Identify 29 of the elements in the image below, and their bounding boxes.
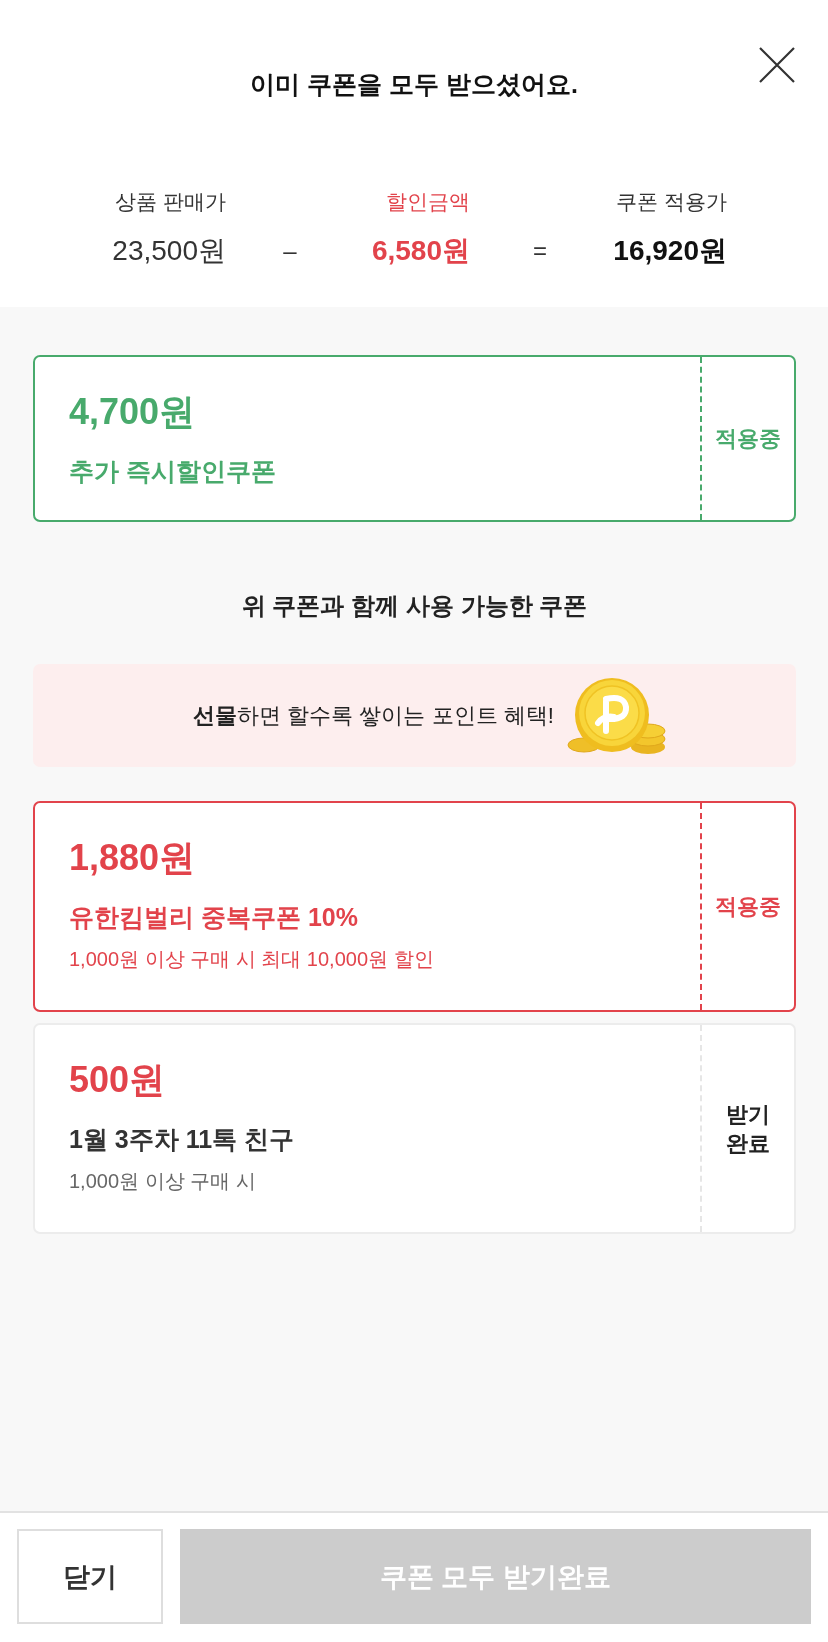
coupon-card[interactable]: 500원 1월 3주차 11톡 친구 1,000원 이상 구매 시 받기 완료 xyxy=(33,1023,796,1234)
coupon-amount: 1,880원 xyxy=(69,836,196,880)
operator-sign: – xyxy=(283,236,297,266)
coupon-condition: 1,000원 이상 구매 시 최대 10,000원 할인 xyxy=(69,947,434,972)
promo-banner[interactable]: 선물하면 할수록 쌓이는 포인트 혜택! xyxy=(33,664,796,767)
coupon-name: 추가 즉시할인쿠폰 xyxy=(69,456,276,487)
coupon-status: 적용중 xyxy=(715,893,781,921)
price-label: 쿠폰 적용가 xyxy=(616,189,727,215)
coupon-status: 받기 완료 xyxy=(725,1100,771,1158)
price-label: 할인금액 xyxy=(386,189,470,215)
coupon-name: 1월 3주차 11톡 친구 xyxy=(69,1124,295,1155)
coin-icon xyxy=(565,676,666,755)
coupon-condition: 1,000원 이상 구매 시 xyxy=(69,1169,256,1194)
price-label: 상품 판매가 xyxy=(115,189,226,215)
coupon-status: 적용중 xyxy=(715,425,781,453)
price-value: 6,580원 xyxy=(371,234,470,268)
close-button[interactable]: 닫기 xyxy=(17,1529,163,1624)
dialog-title: 이미 쿠폰을 모두 받으셨어요. xyxy=(249,69,579,100)
promo-text: 선물하면 할수록 쌓이는 포인트 혜택! xyxy=(193,701,554,730)
operator-sign: = xyxy=(533,236,547,266)
price-value: 16,920원 xyxy=(613,234,727,268)
close-button[interactable] xyxy=(757,45,797,85)
close-icon xyxy=(759,47,795,83)
coupon-card[interactable]: 1,880원 유한킴벌리 중복쿠폰 10% 1,000원 이상 구매 시 최대 10,000원 할인 적용중 xyxy=(33,801,796,1012)
coupon-amount: 500원 xyxy=(69,1058,166,1102)
price-value: 23,500원 xyxy=(112,234,226,268)
section-title: 위 쿠폰과 함께 사용 가능한 쿠폰 xyxy=(240,591,589,621)
coupon-amount: 4,700원 xyxy=(69,390,196,434)
coupon-name: 유한킴벌리 중복쿠폰 10% xyxy=(69,902,358,933)
